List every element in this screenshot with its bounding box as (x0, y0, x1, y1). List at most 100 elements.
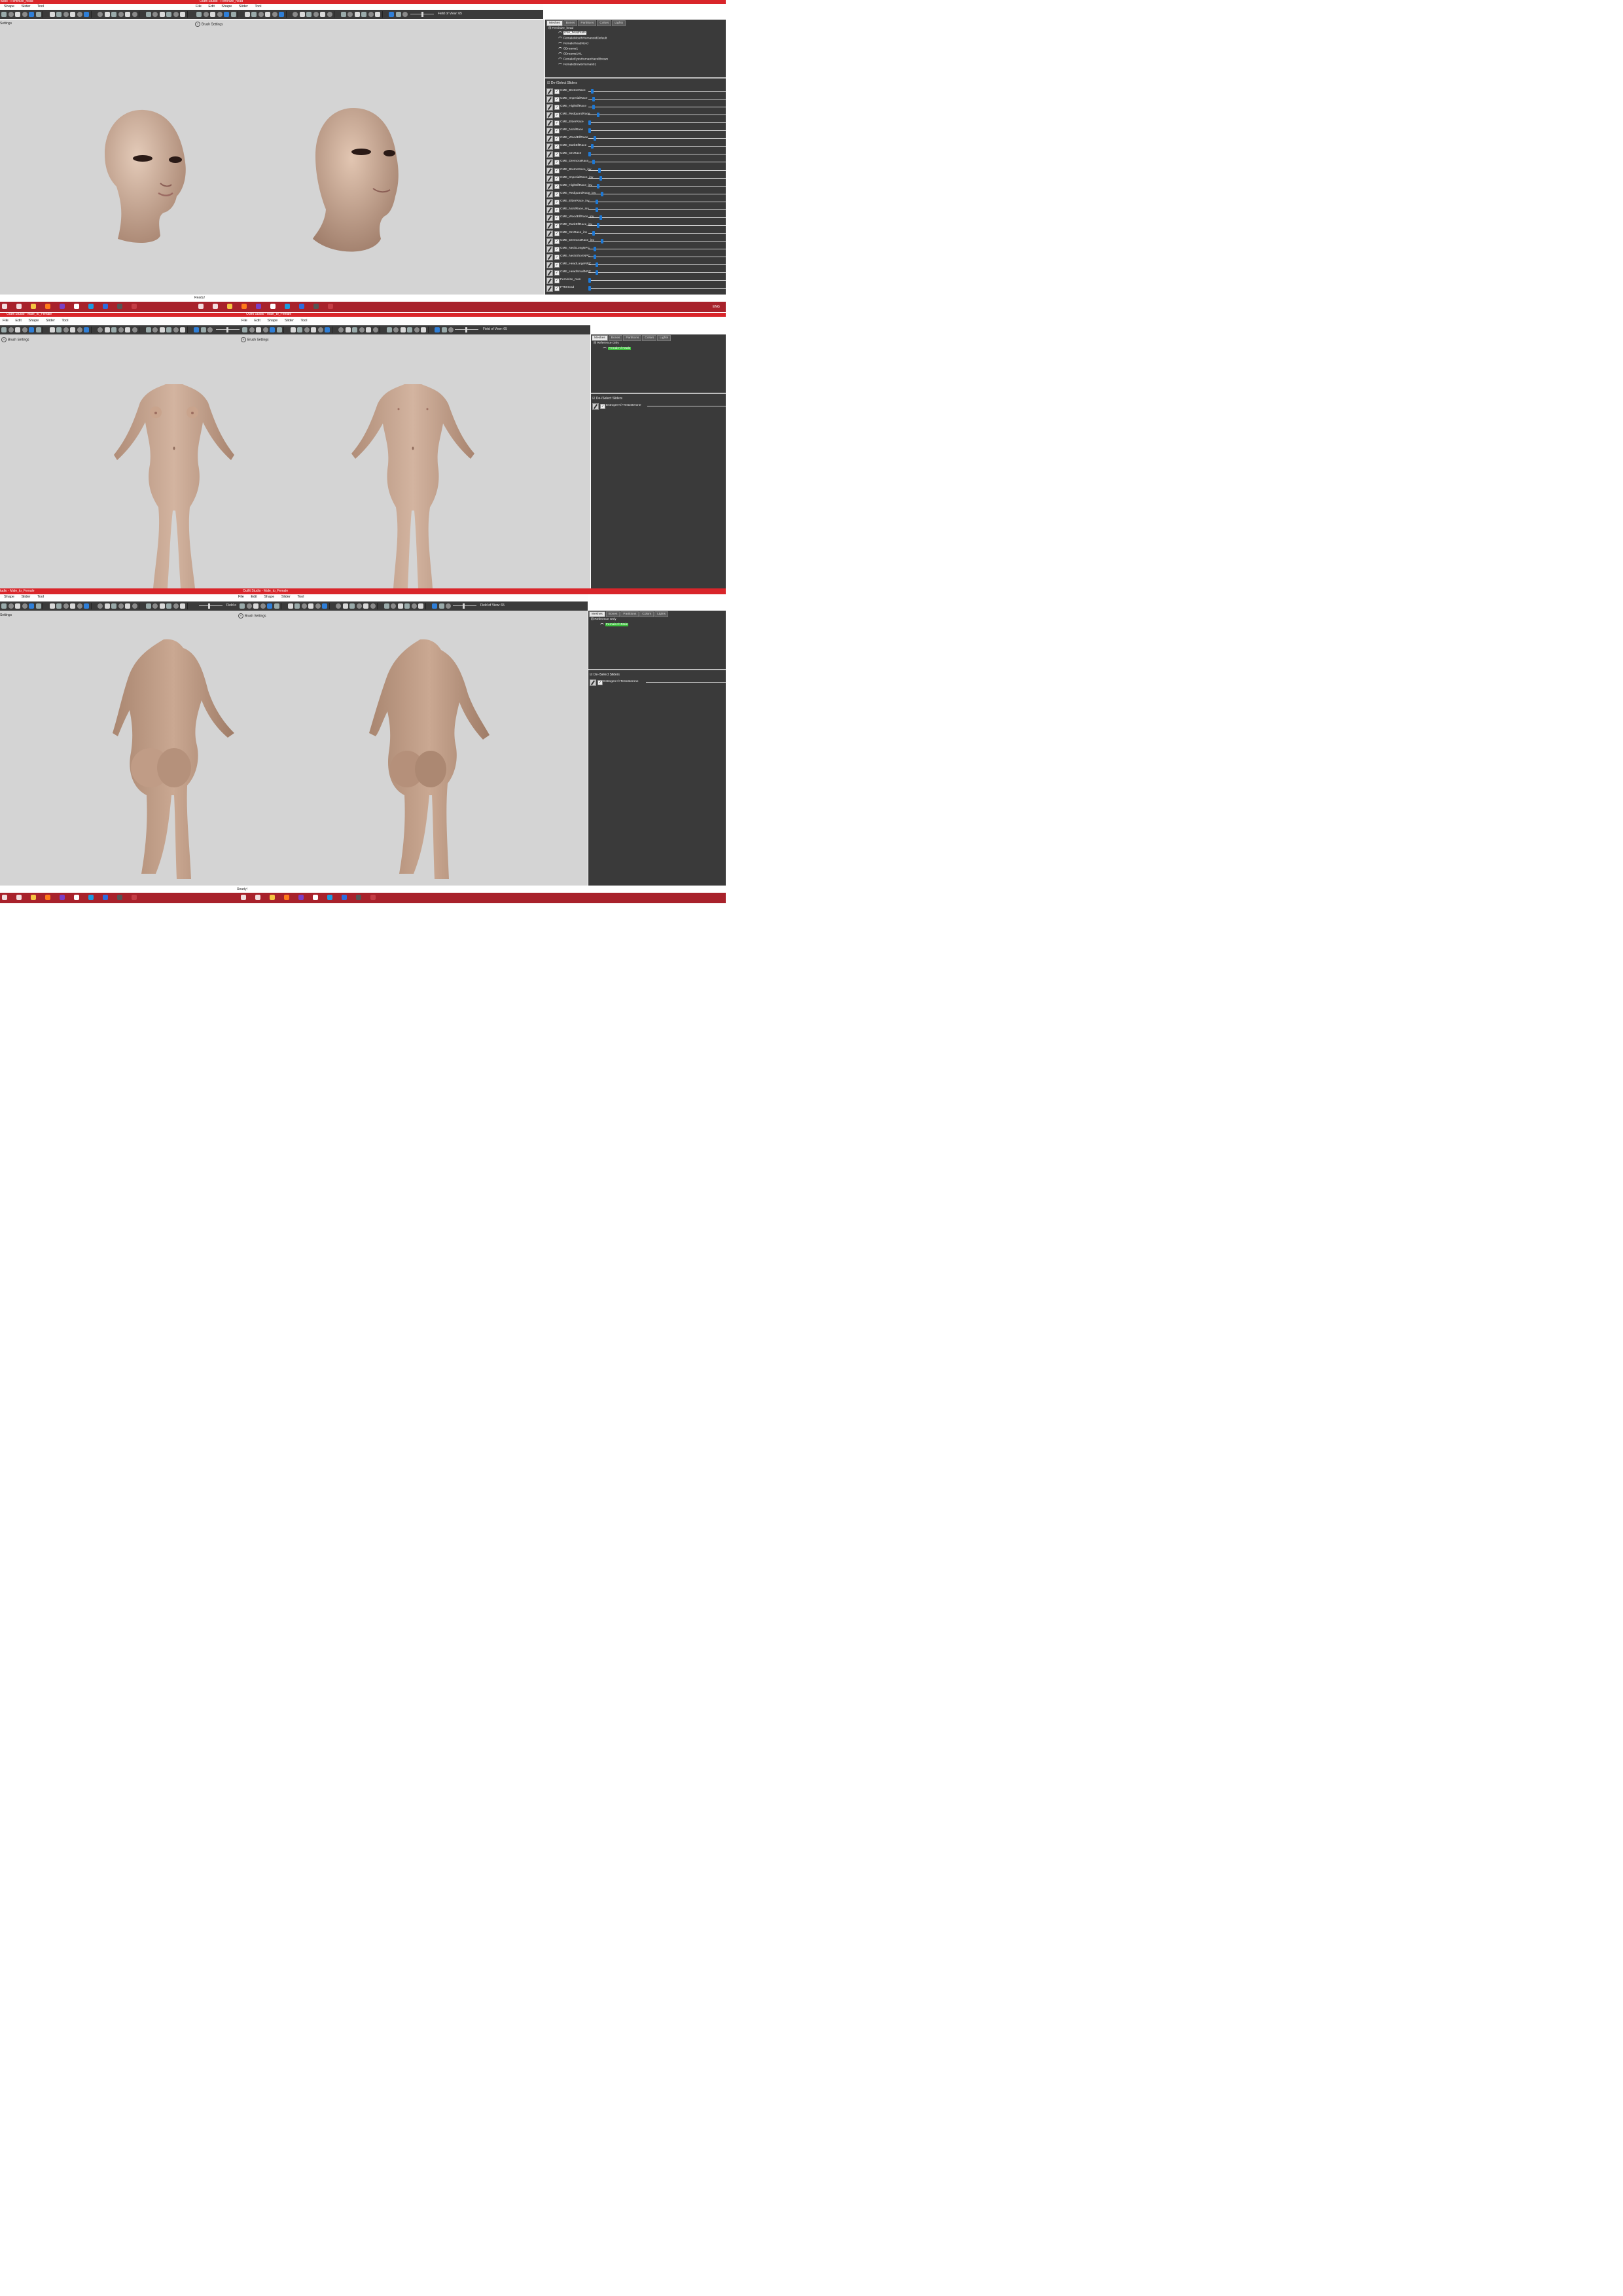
select-all-checkbox[interactable]: ☑ (592, 397, 595, 401)
slider-row[interactable]: ✓ Feminize_man (545, 277, 726, 285)
tool-icon[interactable] (279, 12, 284, 17)
menu-file[interactable]: File (241, 319, 247, 323)
body-model-male-back[interactable] (360, 638, 491, 879)
tool-icon[interactable] (125, 327, 130, 332)
eye-icon[interactable] (600, 623, 604, 626)
tool-icon[interactable] (22, 12, 27, 17)
tree-item[interactable]: FemaleEyesHumanHazelBrown (558, 58, 608, 61)
tool-icon[interactable] (104, 12, 110, 17)
taskbar-app-icon[interactable] (241, 304, 247, 309)
select-sliders-toggle[interactable]: ☑ De-/Select Sliders (590, 673, 620, 677)
slider-row[interactable]: ✓ Estrogen</>Testosterone (591, 403, 726, 410)
tool-icon[interactable] (448, 327, 454, 332)
tool-icon[interactable] (132, 603, 137, 609)
tool-icon[interactable] (345, 327, 351, 332)
tool-icon[interactable] (363, 603, 368, 609)
taskbar-app-icon[interactable] (270, 895, 275, 900)
tool-icon[interactable] (15, 327, 20, 332)
pencil-icon[interactable] (546, 190, 553, 198)
tool-icon[interactable] (210, 12, 215, 17)
slider-track[interactable] (588, 217, 726, 218)
tool-icon[interactable] (15, 12, 20, 17)
slider-row[interactable]: ✓ CME_HeadLargeNPC (545, 261, 726, 269)
tool-icon[interactable] (435, 327, 440, 332)
tool-icon[interactable] (35, 12, 41, 17)
slider-knob[interactable] (592, 105, 596, 110)
fov-slider-knob[interactable] (465, 327, 467, 332)
slider-knob[interactable] (591, 89, 594, 94)
slider-row[interactable]: ✓ CME_ImperialRace_inv (545, 175, 726, 182)
pencil-icon[interactable] (546, 135, 553, 143)
slider-track[interactable] (588, 288, 726, 289)
menu-shape[interactable]: Shape (267, 319, 277, 323)
taskbar-app-icon[interactable] (313, 304, 319, 309)
tool-icon[interactable] (304, 327, 310, 332)
tool-icon[interactable] (145, 12, 151, 17)
fov-slider-knob[interactable] (463, 603, 465, 609)
slider-checkbox[interactable]: ✓ (554, 105, 560, 111)
tab-meshes[interactable]: Meshes (592, 335, 608, 341)
select-sliders-toggle[interactable]: ☑ De-/Select Sliders (592, 397, 622, 401)
menu-tool[interactable]: Tool (300, 319, 307, 323)
slider-checkbox[interactable]: ✓ (554, 168, 560, 173)
taskbar-app-icon[interactable] (88, 304, 94, 309)
taskbar-app-icon[interactable] (88, 895, 94, 900)
tool-icon[interactable] (104, 327, 110, 332)
pencil-icon[interactable] (546, 285, 553, 293)
taskbar-app-icon[interactable] (356, 895, 361, 900)
slider-knob[interactable] (592, 97, 596, 102)
menu-edit[interactable]: Edit (15, 319, 21, 323)
tool-icon[interactable] (196, 12, 202, 17)
tool-icon[interactable] (411, 603, 417, 609)
menu-tool[interactable]: Tool (37, 595, 44, 599)
tool-icon[interactable] (342, 603, 348, 609)
tool-icon[interactable] (336, 603, 341, 609)
tool-icon[interactable] (359, 327, 365, 332)
slider-track[interactable] (588, 240, 726, 242)
slider-row[interactable]: ✓ CME_DarkElfRace_inv (545, 222, 726, 229)
brush-settings-toggle[interactable]: Settings (0, 613, 12, 617)
eye-icon[interactable] (558, 31, 562, 34)
taskbar-app-icon[interactable] (117, 895, 122, 900)
tool-icon[interactable] (77, 327, 82, 332)
tool-icon[interactable] (301, 603, 307, 609)
taskbar-app-icon[interactable] (117, 304, 122, 309)
taskbar-app-icon[interactable] (285, 304, 290, 309)
tool-icon[interactable] (56, 327, 62, 332)
tool-icon[interactable] (159, 12, 165, 17)
eye-icon[interactable] (558, 52, 562, 55)
tool-icon[interactable] (29, 327, 34, 332)
tree-item[interactable]: cme_headmale (558, 31, 586, 35)
tool-icon[interactable] (230, 12, 236, 17)
tool-icon[interactable] (287, 603, 293, 609)
slider-checkbox[interactable]: ✓ (554, 207, 560, 213)
menu-file[interactable]: File (238, 595, 244, 599)
tool-icon[interactable] (308, 603, 313, 609)
slider-row[interactable]: ✓ CME_HighElfRace_inv (545, 183, 726, 190)
taskbar-app-icon[interactable] (2, 304, 7, 309)
tab-bones[interactable]: Bones (563, 20, 578, 26)
tool-icon[interactable] (63, 12, 69, 17)
tree-item[interactable]: FemaleMouthHumanoidDefault (558, 37, 607, 40)
slider-checkbox[interactable]: ✓ (554, 128, 560, 134)
tool-icon[interactable] (145, 327, 151, 332)
taskbar-app-icon[interactable] (132, 304, 137, 309)
tool-icon[interactable] (152, 603, 158, 609)
menu-file[interactable]: File (196, 5, 202, 9)
taskbar-app-icon[interactable] (284, 895, 289, 900)
taskbar-app-icon[interactable] (60, 895, 65, 900)
tool-icon[interactable] (372, 327, 378, 332)
slider-checkbox[interactable]: ✓ (554, 191, 560, 197)
tool-icon[interactable] (180, 12, 185, 17)
tool-icon[interactable] (63, 327, 69, 332)
menu-shape[interactable]: Shape (264, 595, 274, 599)
tool-icon[interactable] (15, 603, 20, 609)
slider-row[interactable]: ✓ CME_HeadSmallNPC (545, 269, 726, 277)
taskbar-app-icon[interactable] (16, 895, 22, 900)
taskbar-app-icon[interactable] (255, 895, 260, 900)
pencil-icon[interactable] (546, 112, 553, 119)
menu-file[interactable]: File (3, 319, 9, 323)
body-model-female-front[interactable] (110, 383, 238, 588)
tree-item[interactable]: FemaleHeadNord (558, 42, 588, 45)
tool-icon[interactable] (322, 603, 327, 609)
